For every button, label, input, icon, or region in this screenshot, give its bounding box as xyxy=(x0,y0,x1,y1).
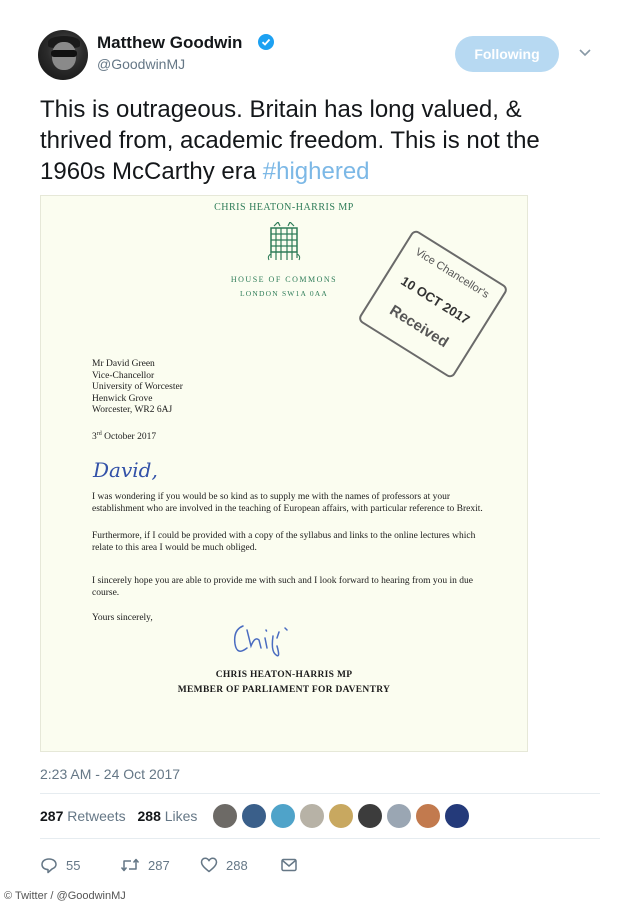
letter-date-rest: October 2017 xyxy=(101,432,157,443)
reply-button[interactable]: 55 xyxy=(40,856,80,874)
portcullis-icon xyxy=(267,222,301,261)
received-stamp: Vice Chancellor's 10 OCT 2017 Received xyxy=(356,228,510,380)
recipient-address: Mr David Green Vice-Chancellor Universit… xyxy=(92,359,183,417)
avatar-glasses xyxy=(51,50,77,57)
following-button[interactable]: Following xyxy=(455,36,559,72)
handwritten-signature-icon xyxy=(233,625,288,657)
envelope-icon xyxy=(281,858,297,872)
divider xyxy=(40,793,600,794)
recipient-line: University of Worcester xyxy=(92,382,183,392)
avatar[interactable] xyxy=(38,30,88,80)
letter-paragraph: I sincerely hope you are able to provide… xyxy=(92,576,473,598)
liker-avatar[interactable] xyxy=(299,803,325,829)
liker-avatar[interactable] xyxy=(357,803,383,829)
like-button[interactable]: 288 xyxy=(200,856,248,874)
retweet-count: 287 xyxy=(148,857,170,873)
signatory-title: MEMBER OF PARLIAMENT FOR DAVENTRY xyxy=(177,685,391,695)
liker-avatar[interactable] xyxy=(386,803,412,829)
retweet-icon xyxy=(120,858,140,872)
engagement-stats: 287 Retweets 288 Likes xyxy=(40,808,205,824)
recipient-line: Mr David Green xyxy=(92,359,155,369)
letter-closing: Yours sincerely, xyxy=(92,613,153,623)
liker-avatar[interactable] xyxy=(328,803,354,829)
recipient-line: Henwick Grove xyxy=(92,393,153,404)
retweets-label: Retweets xyxy=(67,808,126,824)
image-credit: © Twitter / @GoodwinMJ xyxy=(4,890,126,902)
author-name[interactable]: Matthew Goodwin xyxy=(97,33,242,53)
letter-paragraph: Furthermore, if I could be provided with… xyxy=(92,531,476,553)
tweet-timestamp[interactable]: 2:23 AM - 24 Oct 2017 xyxy=(40,766,180,782)
attached-letter-image[interactable]: CHRIS HEATON-HARRIS MP HOUSE OF COMMONS … xyxy=(40,195,528,752)
liker-avatar[interactable] xyxy=(212,803,238,829)
author-handle[interactable]: @GoodwinMJ xyxy=(97,56,185,72)
stamp-received: Received xyxy=(386,301,452,352)
letter-paragraph: I was wondering if you would be so kind … xyxy=(92,492,483,514)
verified-badge-icon xyxy=(258,34,274,50)
retweet-button[interactable]: 287 xyxy=(120,856,170,874)
divider xyxy=(40,838,600,839)
liker-avatar[interactable] xyxy=(415,803,441,829)
tweet-card: Matthew Goodwin @GoodwinMJ Following Thi… xyxy=(0,0,630,905)
reply-count: 55 xyxy=(66,857,81,873)
tweet-text: This is outrageous. Britain has long val… xyxy=(40,94,600,187)
liker-avatar[interactable] xyxy=(270,803,296,829)
likes-label: Likes xyxy=(164,808,198,824)
likes-count: 288 xyxy=(137,808,161,824)
letter-date: 3rd October 2017 xyxy=(92,431,156,442)
direct-message-button[interactable] xyxy=(280,856,306,874)
retweets-count: 287 xyxy=(40,808,64,824)
chevron-down-icon[interactable] xyxy=(577,44,593,60)
likes-stat[interactable]: 288 Likes xyxy=(138,808,198,824)
liker-avatar[interactable] xyxy=(241,803,267,829)
heart-icon xyxy=(200,857,218,873)
letter-header: CHRIS HEATON-HARRIS MP xyxy=(214,202,354,213)
retweets-stat[interactable]: 287 Retweets xyxy=(40,808,126,824)
liker-avatar[interactable] xyxy=(444,803,470,829)
like-count: 288 xyxy=(226,857,248,873)
recipient-line: Worcester, WR2 6AJ xyxy=(92,405,173,415)
recipient-line: Vice-Chancellor xyxy=(92,370,155,381)
signatory-name: CHRIS HEATON-HARRIS MP xyxy=(215,670,353,680)
letter-salutation: David, xyxy=(93,458,158,482)
hashtag-link[interactable]: #highered xyxy=(263,158,370,185)
reply-icon xyxy=(41,858,57,874)
